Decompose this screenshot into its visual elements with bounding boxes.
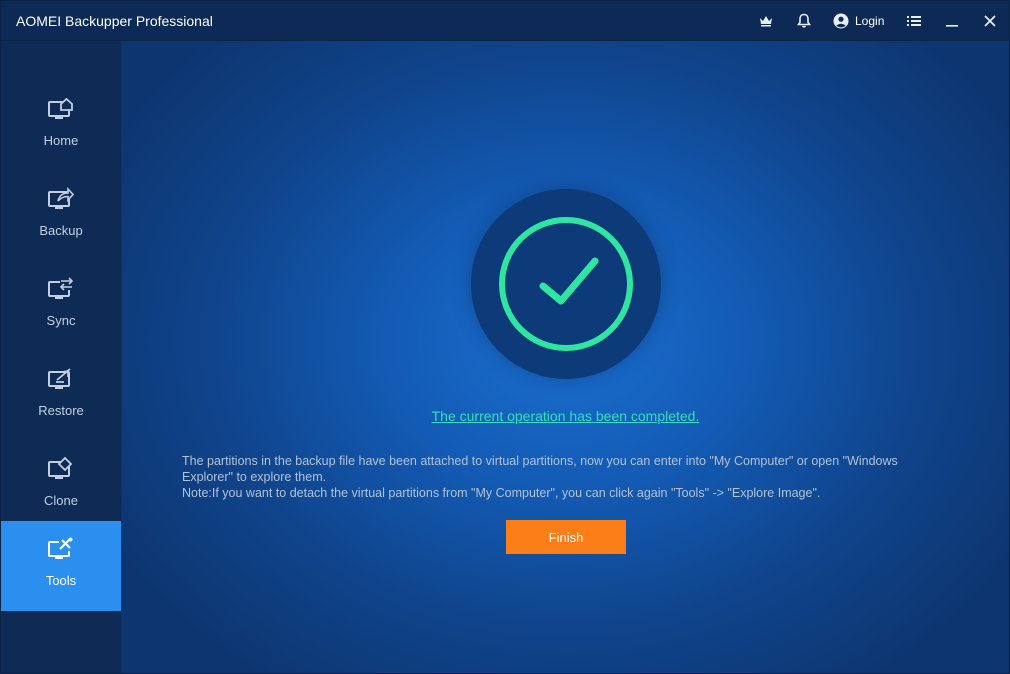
login-button[interactable]: Login bbox=[823, 1, 895, 40]
checkmark-icon bbox=[499, 217, 633, 351]
main-panel: The current operation has been completed… bbox=[122, 41, 1009, 673]
crown-icon[interactable] bbox=[747, 1, 785, 40]
sidebar-item-sync[interactable]: Sync bbox=[1, 261, 121, 351]
sidebar-item-backup[interactable]: Backup bbox=[1, 171, 121, 261]
sidebar-item-restore[interactable]: Restore bbox=[1, 351, 121, 441]
sidebar-item-clone[interactable]: Clone bbox=[1, 441, 121, 531]
description-line-2: Note:If you want to detach the virtual p… bbox=[182, 486, 821, 500]
clone-icon bbox=[47, 455, 75, 483]
title-bar: AOMEI Backupper Professional Login bbox=[1, 1, 1009, 41]
home-icon bbox=[47, 95, 75, 123]
sidebar-item-label: Clone bbox=[44, 493, 78, 508]
description: The partitions in the backup file have b… bbox=[182, 453, 952, 501]
restore-icon bbox=[47, 365, 75, 393]
description-line-1: The partitions in the backup file have b… bbox=[182, 454, 898, 484]
tools-icon bbox=[47, 535, 75, 563]
title-bar-controls: Login bbox=[747, 1, 1009, 40]
sidebar-item-label: Tools bbox=[45, 573, 77, 588]
sync-icon bbox=[47, 275, 75, 303]
sidebar-item-tools[interactable]: Tools bbox=[1, 521, 121, 611]
app-title: AOMEI Backupper Professional bbox=[16, 13, 213, 29]
sidebar-item-home[interactable]: Home bbox=[1, 81, 121, 171]
minimize-icon[interactable] bbox=[933, 1, 971, 40]
sidebar-item-label: Restore bbox=[38, 403, 84, 418]
sidebar: Home Backup Sync Restore Clone Tools bbox=[1, 41, 121, 673]
bell-icon[interactable] bbox=[785, 1, 823, 40]
completed-link[interactable]: The current operation has been completed… bbox=[122, 408, 1009, 424]
close-icon[interactable] bbox=[971, 1, 1009, 40]
sidebar-item-label: Backup bbox=[39, 223, 83, 238]
backup-icon bbox=[47, 185, 75, 213]
app-window: AOMEI Backupper Professional Login Home … bbox=[0, 0, 1010, 674]
sidebar-item-label: Sync bbox=[46, 313, 76, 328]
menu-icon[interactable] bbox=[895, 1, 933, 40]
login-label: Login bbox=[855, 13, 885, 28]
finish-button[interactable]: Finish bbox=[506, 520, 626, 554]
status-circle bbox=[471, 189, 661, 379]
user-icon bbox=[833, 13, 849, 29]
sidebar-item-label: Home bbox=[43, 133, 79, 148]
